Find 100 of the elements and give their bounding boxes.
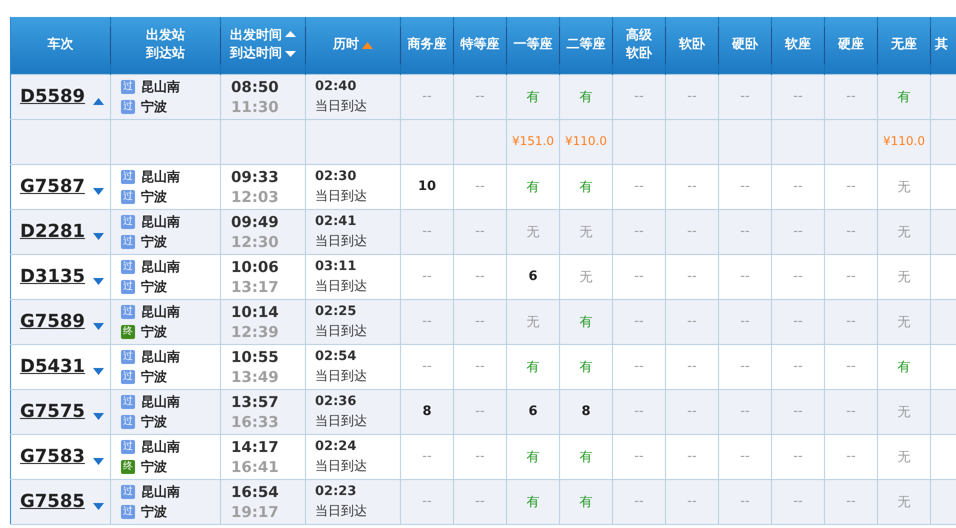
seat-availability: -- xyxy=(740,359,750,374)
column-header: 车次 xyxy=(48,36,74,54)
column-header: 其 xyxy=(935,36,948,54)
seat-availability: -- xyxy=(740,179,750,194)
seat-availability: -- xyxy=(793,89,803,104)
arrival-note: 当日到达 xyxy=(315,278,368,296)
expand-arrow-icon[interactable] xyxy=(93,368,104,375)
seat-availability: -- xyxy=(793,404,803,419)
column-header: 无座 xyxy=(891,36,917,54)
seat-availability: -- xyxy=(846,449,856,464)
seat-availability: 有 xyxy=(580,180,592,194)
seat-availability: -- xyxy=(740,269,750,284)
column-header: 硬座 xyxy=(838,36,864,54)
arrival-note: 当日到达 xyxy=(315,232,368,250)
seat-availability: 6 xyxy=(528,269,538,284)
seat-availability: -- xyxy=(846,224,856,239)
seat-availability: -- xyxy=(793,494,803,509)
seat-availability: 无 xyxy=(898,494,910,510)
seat-availability: 有 xyxy=(580,360,592,374)
seat-price: ¥151.0 xyxy=(512,134,554,148)
expand-arrow-icon[interactable] xyxy=(92,188,104,195)
station-badge-icon: 过 xyxy=(121,214,135,228)
arrival-time: 16:41 xyxy=(231,456,280,476)
seat-availability: -- xyxy=(793,269,803,284)
column-header: 软卧 xyxy=(679,36,705,54)
seat-availability: -- xyxy=(846,314,856,329)
expand-arrow-icon[interactable] xyxy=(93,278,104,285)
seat-availability: 有 xyxy=(580,314,592,330)
seat-availability: -- xyxy=(687,89,697,104)
departure-time: 09:49 xyxy=(231,212,280,232)
collapse-arrow-icon[interactable] xyxy=(93,98,104,105)
seat-availability: -- xyxy=(475,359,485,374)
column-header: 商务座 xyxy=(408,36,446,54)
seat-availability: 无 xyxy=(898,224,910,240)
arrival-time: 12:30 xyxy=(231,232,280,252)
seat-availability: -- xyxy=(687,314,697,329)
arrival-note: 当日到达 xyxy=(315,188,368,206)
arrival-note: 当日到达 xyxy=(315,458,368,476)
arrival-note: 当日到达 xyxy=(315,322,368,340)
arrival-note: 当日到达 xyxy=(315,98,368,116)
seat-availability: 有 xyxy=(580,494,592,510)
seat-availability: -- xyxy=(687,404,697,419)
expand-arrow-icon[interactable] xyxy=(92,458,104,465)
departure-time: 13:57 xyxy=(231,392,280,412)
duration: 02:23 xyxy=(315,482,358,500)
arrival-station: 宁波 xyxy=(141,414,167,430)
seat-availability: -- xyxy=(634,314,644,329)
arrival-station: 宁波 xyxy=(141,504,167,520)
station-badge-icon: 过 xyxy=(121,280,135,294)
station-badge-icon: 终 xyxy=(121,460,135,474)
station-badge-icon: 过 xyxy=(121,170,135,184)
seat-availability: -- xyxy=(846,269,856,284)
station-badge-icon: 过 xyxy=(121,80,135,94)
seat-availability: 有 xyxy=(526,180,540,194)
seat-availability: -- xyxy=(793,449,803,464)
seat-availability: -- xyxy=(422,494,432,509)
column-header: 一等座 xyxy=(514,36,552,54)
seat-availability: -- xyxy=(687,449,697,464)
seat-availability: -- xyxy=(687,494,697,509)
arrival-station: 宁波 xyxy=(141,188,167,206)
arrival-time: 19:17 xyxy=(231,502,280,522)
seat-availability: 8 xyxy=(422,404,432,419)
seat-availability: 无 xyxy=(898,314,910,330)
seat-availability: -- xyxy=(475,404,485,419)
seat-availability: -- xyxy=(793,224,803,239)
seat-availability: -- xyxy=(846,89,856,104)
departure-station: 昆山南 xyxy=(141,438,180,456)
seat-availability: -- xyxy=(475,179,485,194)
column-header[interactable]: 出发时间 到达时间 xyxy=(230,27,282,64)
seat-availability: -- xyxy=(740,89,750,104)
departure-station: 昆山南 xyxy=(141,78,180,96)
seat-availability: -- xyxy=(740,314,750,329)
arrival-station: 宁波 xyxy=(141,234,167,250)
seat-availability: 有 xyxy=(526,494,540,510)
seat-availability: -- xyxy=(793,314,803,329)
departure-time: 10:14 xyxy=(231,302,280,322)
station-badge-icon: 过 xyxy=(121,190,135,204)
expand-arrow-icon[interactable] xyxy=(93,233,104,240)
arrival-station: 宁波 xyxy=(141,278,167,296)
arrival-note: 当日到达 xyxy=(315,412,368,430)
seat-availability: -- xyxy=(634,449,644,464)
expand-arrow-icon[interactable] xyxy=(92,323,104,330)
seat-availability: 无 xyxy=(580,224,592,240)
seat-price: ¥110.0 xyxy=(883,134,925,148)
expand-arrow-icon[interactable] xyxy=(92,413,104,420)
duration: 02:54 xyxy=(315,348,358,366)
departure-time: 08:50 xyxy=(231,76,280,96)
expand-arrow-icon[interactable] xyxy=(92,503,104,510)
seat-availability: -- xyxy=(634,269,644,284)
column-header[interactable]: 历时 xyxy=(333,36,359,54)
seat-availability: -- xyxy=(793,359,803,374)
seat-availability: 无 xyxy=(526,224,540,240)
duration: 02:25 xyxy=(315,302,358,320)
arrival-time: 12:39 xyxy=(231,322,280,342)
seat-availability: 有 xyxy=(526,450,540,464)
seat-availability: 8 xyxy=(581,404,591,419)
seat-availability: -- xyxy=(475,449,485,464)
seat-availability: -- xyxy=(687,359,697,374)
seat-availability: -- xyxy=(687,224,697,239)
departure-station: 昆山南 xyxy=(141,394,180,410)
